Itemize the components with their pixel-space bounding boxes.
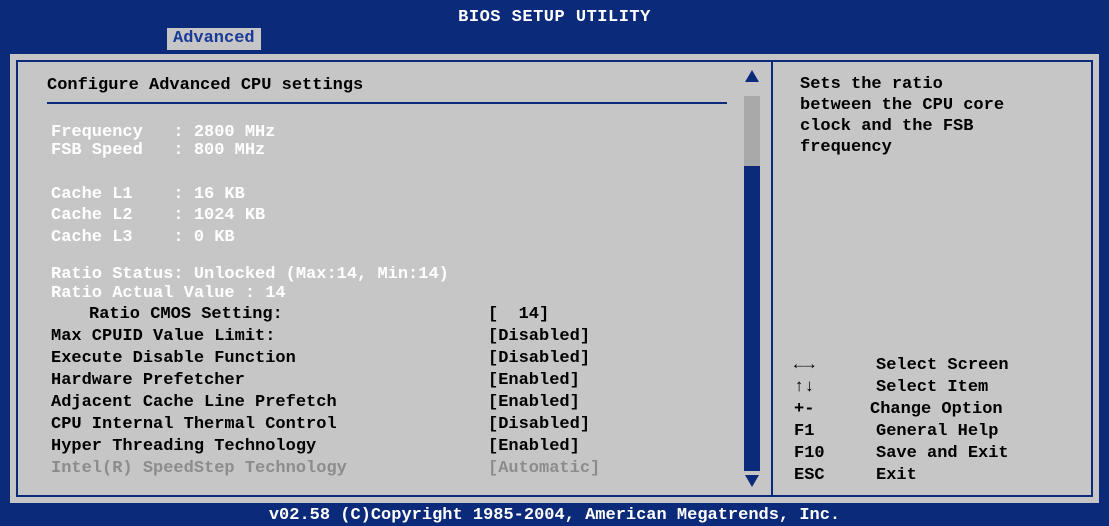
setting-max-cpuid[interactable]: Max CPUID Value Limit: [Disabled] (51, 327, 731, 349)
help-line: clock and the FSB (800, 117, 974, 136)
setting-value[interactable]: [Disabled] (488, 415, 590, 434)
panel-divider (771, 62, 773, 495)
setting-label: Intel(R) SpeedStep Technology (51, 459, 347, 478)
key-legend: ←→ Select Screen ↑↓ Select Item +- Chang… (794, 356, 1094, 488)
heading-divider (47, 102, 727, 104)
key-select-item: ↑↓ Select Item (794, 378, 1094, 400)
info-cache-l2: Cache L2 : 1024 KB (51, 206, 266, 225)
tab-advanced[interactable]: Advanced (167, 28, 261, 50)
key-description: Exit (876, 466, 917, 485)
setting-value[interactable]: [Enabled] (488, 437, 580, 456)
setting-label: CPU Internal Thermal Control (51, 415, 337, 434)
key-exit: ESC Exit (794, 466, 1094, 488)
scrollbar-track[interactable] (744, 166, 760, 471)
scrollbar[interactable] (741, 62, 763, 495)
up-down-arrows-icon: ↑↓ (794, 378, 815, 397)
setting-value[interactable]: [ 14] (488, 305, 549, 324)
setting-ratio-cmos[interactable]: Ratio CMOS Setting: [ 14] (51, 305, 731, 327)
content-panel: Configure Advanced CPU settings Frequenc… (16, 60, 1093, 497)
key-label: ESC (794, 466, 825, 485)
key-select-screen: ←→ Select Screen (794, 356, 1094, 378)
window-title: BIOS SETUP UTILITY (458, 8, 651, 27)
key-change-option: +- Change Option (794, 400, 1094, 422)
setting-thermal-control[interactable]: CPU Internal Thermal Control [Disabled] (51, 415, 731, 437)
key-save-exit: F10 Save and Exit (794, 444, 1094, 466)
main-frame: Configure Advanced CPU settings Frequenc… (7, 51, 1102, 506)
setting-value[interactable]: [Disabled] (488, 327, 590, 346)
setting-hyper-threading[interactable]: Hyper Threading Technology [Enabled] (51, 437, 731, 459)
setting-value[interactable]: [Enabled] (488, 393, 580, 412)
key-label: F1 (794, 422, 815, 441)
scroll-up-arrow-icon[interactable] (745, 70, 759, 82)
info-ratio-actual: Ratio Actual Value : 14 (51, 284, 286, 303)
copyright-footer: v02.58 (C)Copyright 1985-2004, American … (268, 506, 841, 525)
page-title: Configure Advanced CPU settings (47, 76, 364, 95)
setting-execute-disable[interactable]: Execute Disable Function [Disabled] (51, 349, 731, 371)
setting-label: Hardware Prefetcher (51, 371, 245, 390)
setting-adjacent-cache[interactable]: Adjacent Cache Line Prefetch [Enabled] (51, 393, 731, 415)
key-description: Select Screen (876, 356, 1009, 375)
setting-speedstep: Intel(R) SpeedStep Technology [Automatic… (51, 459, 731, 481)
title-bar: BIOS SETUP UTILITY Advanced (0, 0, 1109, 50)
key-label: F10 (794, 444, 825, 463)
scroll-down-arrow-icon[interactable] (745, 475, 759, 487)
setting-value: [Automatic] (488, 459, 601, 478)
key-general-help: F1 General Help (794, 422, 1094, 444)
info-frequency: Frequency : 2800 MHz (51, 123, 276, 142)
info-cache-l3: Cache L3 : 0 KB (51, 228, 235, 247)
setting-label: Max CPUID Value Limit: (51, 327, 276, 346)
key-label: +- (794, 400, 815, 419)
key-description: Select Item (876, 378, 989, 397)
info-ratio-status: Ratio Status: Unlocked (Max:14, Min:14) (51, 265, 449, 284)
help-text: Sets the ratio between the CPU core cloc… (800, 74, 1100, 158)
key-description: Save and Exit (876, 444, 1009, 463)
info-cache-l1: Cache L1 : 16 KB (51, 185, 245, 204)
setting-value[interactable]: [Disabled] (488, 349, 590, 368)
left-right-arrows-icon: ←→ (794, 356, 815, 375)
help-line: Sets the ratio (800, 75, 943, 94)
info-fsb-speed: FSB Speed : 800 MHz (51, 141, 266, 160)
setting-label: Adjacent Cache Line Prefetch (51, 393, 337, 412)
setting-label: Hyper Threading Technology (51, 437, 317, 456)
key-description: Change Option (870, 400, 1003, 419)
setting-label: Execute Disable Function (51, 349, 296, 368)
help-line: frequency (800, 138, 892, 157)
setting-value[interactable]: [Enabled] (488, 371, 580, 390)
setting-label: Ratio CMOS Setting: (89, 305, 283, 324)
help-line: between the CPU core (800, 96, 1005, 115)
setting-hardware-prefetcher[interactable]: Hardware Prefetcher [Enabled] (51, 371, 731, 393)
key-description: General Help (876, 422, 999, 441)
scrollbar-thumb[interactable] (744, 96, 760, 166)
